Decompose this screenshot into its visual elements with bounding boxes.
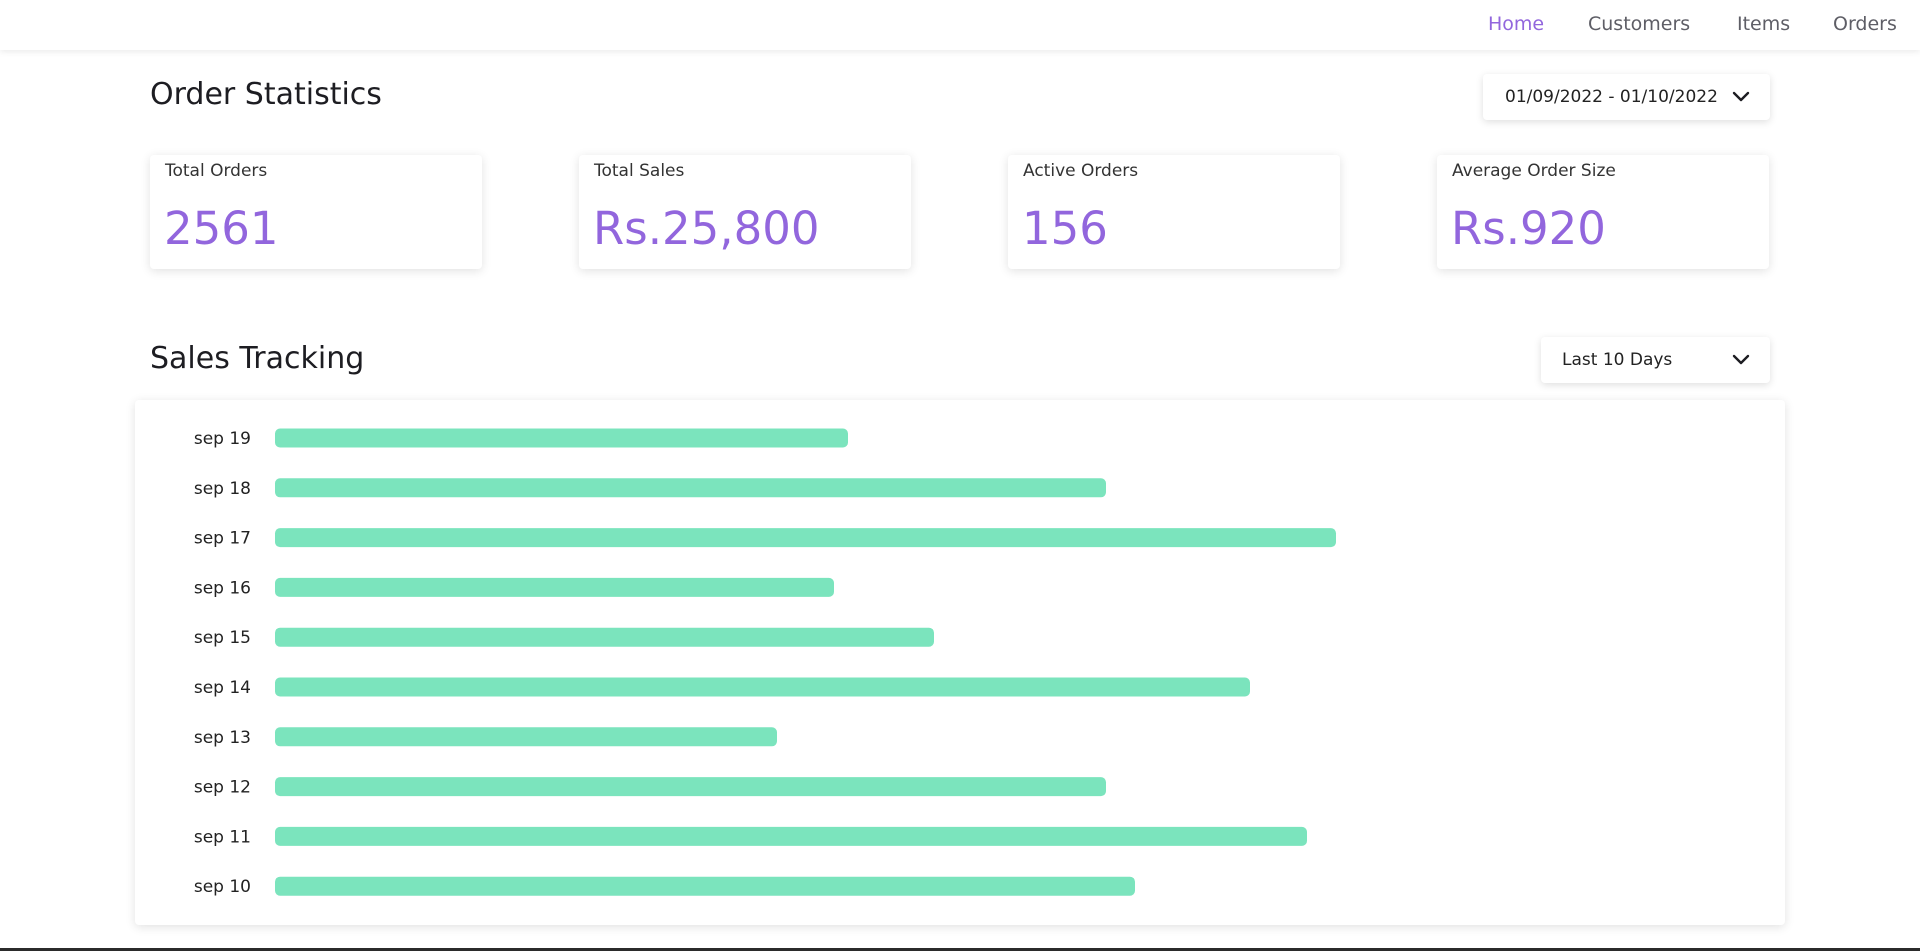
- stat-value: 2561: [164, 202, 279, 255]
- sales-bar: [275, 727, 777, 747]
- bar-category-label: sep 16: [194, 578, 251, 598]
- sales-bar: [275, 826, 1307, 846]
- bar-category-label: sep 14: [194, 678, 251, 698]
- range-dropdown[interactable]: Last 10 Days: [1541, 337, 1770, 383]
- order-statistics-title: Order Statistics: [150, 77, 382, 112]
- stat-card-total-orders: Total Orders 2561: [150, 155, 482, 269]
- sales-bar: [275, 876, 1135, 896]
- stat-card-total-sales: Total Sales Rs.25,800: [579, 155, 911, 269]
- stat-value: Rs.25,800: [593, 202, 820, 255]
- nav-orders[interactable]: Orders: [1833, 13, 1897, 35]
- sales-bar: [275, 577, 834, 597]
- nav-items[interactable]: Items: [1737, 13, 1790, 35]
- stat-value: 156: [1022, 202, 1108, 255]
- sales-bar: [275, 428, 848, 448]
- bar-category-label: sep 11: [194, 827, 251, 847]
- bar-category-label: sep 10: [194, 877, 251, 897]
- chevron-down-icon: [1732, 91, 1750, 102]
- stat-value: Rs.920: [1451, 202, 1606, 255]
- stat-label: Total Sales: [594, 161, 685, 181]
- range-dropdown-value: Last 10 Days: [1562, 350, 1673, 370]
- top-navbar: Home Customers Items Orders: [0, 0, 1920, 50]
- bar-category-label: sep 19: [194, 429, 251, 449]
- stat-card-active-orders: Active Orders 156: [1008, 155, 1340, 269]
- sales-bar-chart: sep 19 sep 18 sep 17 sep 16 sep 15 sep 14 sep …: [194, 428, 1336, 897]
- sales-bar: [275, 677, 1250, 697]
- date-range-value: 01/09/2022 - 01/10/2022: [1505, 87, 1718, 107]
- stat-card-average-order-size: Average Order Size Rs.920: [1437, 155, 1769, 269]
- bar-category-label: sep 15: [194, 628, 251, 648]
- sales-tracking-title: Sales Tracking: [150, 341, 365, 376]
- bar-category-label: sep 18: [194, 479, 251, 499]
- sales-chart-panel: sep 19 sep 18 sep 17 sep 16 sep 15 sep 14 sep …: [135, 400, 1785, 925]
- nav-customers[interactable]: Customers: [1588, 13, 1690, 35]
- bar-category-label: sep 13: [194, 728, 251, 748]
- sales-bar: [275, 478, 1106, 498]
- nav-home[interactable]: Home: [1488, 13, 1544, 35]
- sales-bar: [275, 528, 1336, 548]
- stat-label: Active Orders: [1023, 161, 1139, 181]
- stat-label: Total Orders: [165, 161, 268, 181]
- chevron-down-icon: [1732, 354, 1750, 365]
- stat-label: Average Order Size: [1452, 161, 1616, 181]
- sales-bar: [275, 777, 1106, 797]
- sales-bar: [275, 627, 934, 647]
- bar-category-label: sep 17: [194, 529, 251, 549]
- bar-category-label: sep 12: [194, 778, 251, 798]
- date-range-dropdown[interactable]: 01/09/2022 - 01/10/2022: [1483, 74, 1770, 120]
